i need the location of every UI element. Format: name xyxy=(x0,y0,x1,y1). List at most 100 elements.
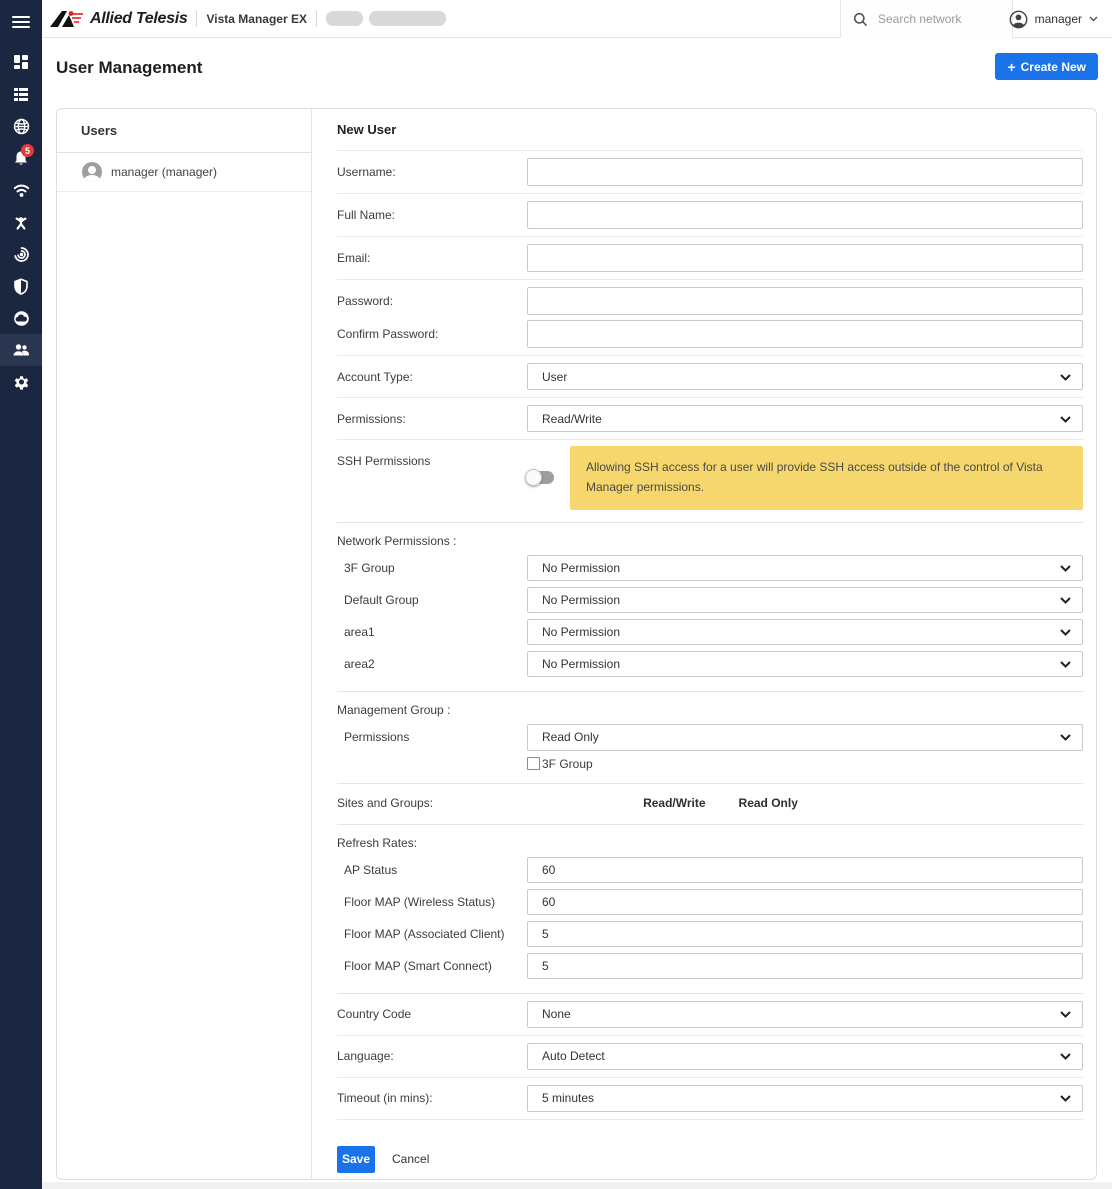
sidebar-item-network-services[interactable] xyxy=(0,206,42,238)
fullname-row: Full Name: xyxy=(337,194,1083,237)
country-code-row: Country Code None xyxy=(337,994,1083,1036)
network-group-select[interactable]: No Permission xyxy=(527,651,1083,677)
plus-icon: + xyxy=(1007,59,1015,75)
timeout-select[interactable]: 5 minutes xyxy=(527,1085,1083,1112)
email-label: Email: xyxy=(337,251,527,265)
chevron-down-icon xyxy=(1060,1011,1071,1018)
floormap-wireless-input[interactable] xyxy=(527,889,1083,915)
sites-groups-row: Sites and Groups: Read/Write Read Only xyxy=(337,784,1083,825)
product-name: Vista Manager EX xyxy=(206,12,307,26)
ap-status-input[interactable] xyxy=(527,857,1083,883)
account-type-select[interactable]: User xyxy=(527,363,1083,390)
ssh-toggle[interactable] xyxy=(527,471,554,484)
floormap-client-input[interactable] xyxy=(527,921,1083,947)
sidebar-item-user-management[interactable] xyxy=(0,334,42,366)
sidebar-item-wireless[interactable] xyxy=(0,174,42,206)
sidebar-item-asset-management[interactable] xyxy=(0,78,42,110)
chevron-down-icon xyxy=(1060,416,1071,423)
sidebar-item-security[interactable] xyxy=(0,270,42,302)
sites-groups-label: Sites and Groups: xyxy=(337,796,433,810)
account-type-row: Account Type: User xyxy=(337,356,1083,398)
confirm-password-label: Confirm Password: xyxy=(337,327,527,341)
account-type-value: User xyxy=(542,370,567,384)
email-input[interactable] xyxy=(527,244,1083,272)
user-list-item[interactable]: manager (manager) xyxy=(57,153,311,192)
chevron-down-icon xyxy=(1089,16,1098,22)
refresh-rate-row: Floor MAP (Wireless Status) xyxy=(337,889,1083,915)
network-group-label: area1 xyxy=(337,625,527,639)
network-group-label: Default Group xyxy=(337,593,527,607)
network-group-row: area1 No Permission xyxy=(337,619,1083,645)
header-divider xyxy=(196,11,197,27)
password-input[interactable] xyxy=(527,287,1083,315)
country-code-label: Country Code xyxy=(337,1007,527,1021)
confirm-password-input[interactable] xyxy=(527,320,1083,348)
network-group-select[interactable]: No Permission xyxy=(527,587,1083,613)
management-group-section: Management Group : Permissions Read Only… xyxy=(337,692,1083,784)
network-group-value: No Permission xyxy=(542,593,620,607)
permissions-select[interactable]: Read/Write xyxy=(527,405,1083,432)
network-group-value: No Permission xyxy=(542,625,620,639)
form-title: New User xyxy=(337,109,1083,151)
save-button[interactable]: Save xyxy=(337,1146,375,1173)
ssh-warning-message: Allowing SSH access for a user will prov… xyxy=(570,446,1083,510)
language-select[interactable]: Auto Detect xyxy=(527,1043,1083,1070)
network-group-select[interactable]: No Permission xyxy=(527,619,1083,645)
redacted-text xyxy=(369,11,446,26)
sites-read-write-header: Read/Write xyxy=(643,796,705,810)
sidebar-item-dashboard[interactable] xyxy=(0,46,42,78)
refresh-rate-label: Floor MAP (Wireless Status) xyxy=(337,895,527,909)
create-new-button[interactable]: + Create New xyxy=(995,53,1098,80)
chevron-down-icon xyxy=(1060,374,1071,381)
search-input[interactable] xyxy=(878,12,998,26)
list-icon xyxy=(13,86,29,102)
hamburger-icon xyxy=(12,13,30,31)
permissions-value: Read/Write xyxy=(542,412,602,426)
network-group-label: area2 xyxy=(337,657,527,671)
chevron-down-icon xyxy=(1060,565,1071,572)
top-header: Allied Telesis Vista Manager EX manager xyxy=(42,0,1112,38)
sidebar-item-settings[interactable] xyxy=(0,366,42,398)
account-name: manager xyxy=(1035,12,1082,26)
create-new-label: Create New xyxy=(1021,60,1086,74)
password-block: Password: Confirm Password: xyxy=(337,280,1083,356)
refresh-rate-row: AP Status xyxy=(337,857,1083,883)
network-search xyxy=(840,0,1013,38)
group-checkbox[interactable] xyxy=(527,757,540,770)
management-permissions-value: Read Only xyxy=(542,730,599,744)
username-row: Username: xyxy=(337,151,1083,194)
timeout-value: 5 minutes xyxy=(542,1091,594,1105)
cancel-button[interactable]: Cancel xyxy=(392,1152,429,1166)
menu-toggle-button[interactable] xyxy=(0,0,42,44)
brand-name: Allied Telesis xyxy=(90,10,187,28)
refresh-rate-label: Floor MAP (Associated Client) xyxy=(337,927,527,941)
permissions-row: Permissions: Read/Write xyxy=(337,398,1083,440)
refresh-rate-label: Floor MAP (Smart Connect) xyxy=(337,959,527,973)
fullname-input[interactable] xyxy=(527,201,1083,229)
page-title: User Management xyxy=(56,58,202,78)
users-panel: Users manager (manager) xyxy=(57,109,312,1179)
users-panel-title: Users xyxy=(57,109,311,153)
country-code-select[interactable]: None xyxy=(527,1001,1083,1028)
username-input[interactable] xyxy=(527,158,1083,186)
sidebar-item-events[interactable]: 5 xyxy=(0,142,42,174)
redacted-text xyxy=(326,11,363,26)
network-group-row: 3F Group No Permission xyxy=(337,555,1083,581)
language-label: Language: xyxy=(337,1049,527,1063)
sidebar-item-sdwan[interactable] xyxy=(0,238,42,270)
management-permissions-select[interactable]: Read Only xyxy=(527,724,1083,751)
sidebar-item-network-map[interactable] xyxy=(0,110,42,142)
refresh-rates-section: Refresh Rates: AP Status Floor MAP (Wire… xyxy=(337,825,1083,994)
username-label: Username: xyxy=(337,165,527,179)
ssh-permissions-row: SSH Permissions Allowing SSH access for … xyxy=(337,440,1083,523)
main-content: User Management + Create New Users manag… xyxy=(42,38,1112,1189)
floormap-smartconnect-input[interactable] xyxy=(527,953,1083,979)
account-menu[interactable]: manager xyxy=(999,0,1112,38)
sidebar-item-cloud[interactable] xyxy=(0,302,42,334)
network-group-row: Default Group No Permission xyxy=(337,587,1083,613)
user-list-item-label: manager (manager) xyxy=(111,165,217,179)
network-group-select[interactable]: No Permission xyxy=(527,555,1083,581)
shield-icon xyxy=(13,278,29,295)
group-checkbox-label: 3F Group xyxy=(542,757,593,771)
network-permissions-label: Network Permissions : xyxy=(337,523,1083,555)
